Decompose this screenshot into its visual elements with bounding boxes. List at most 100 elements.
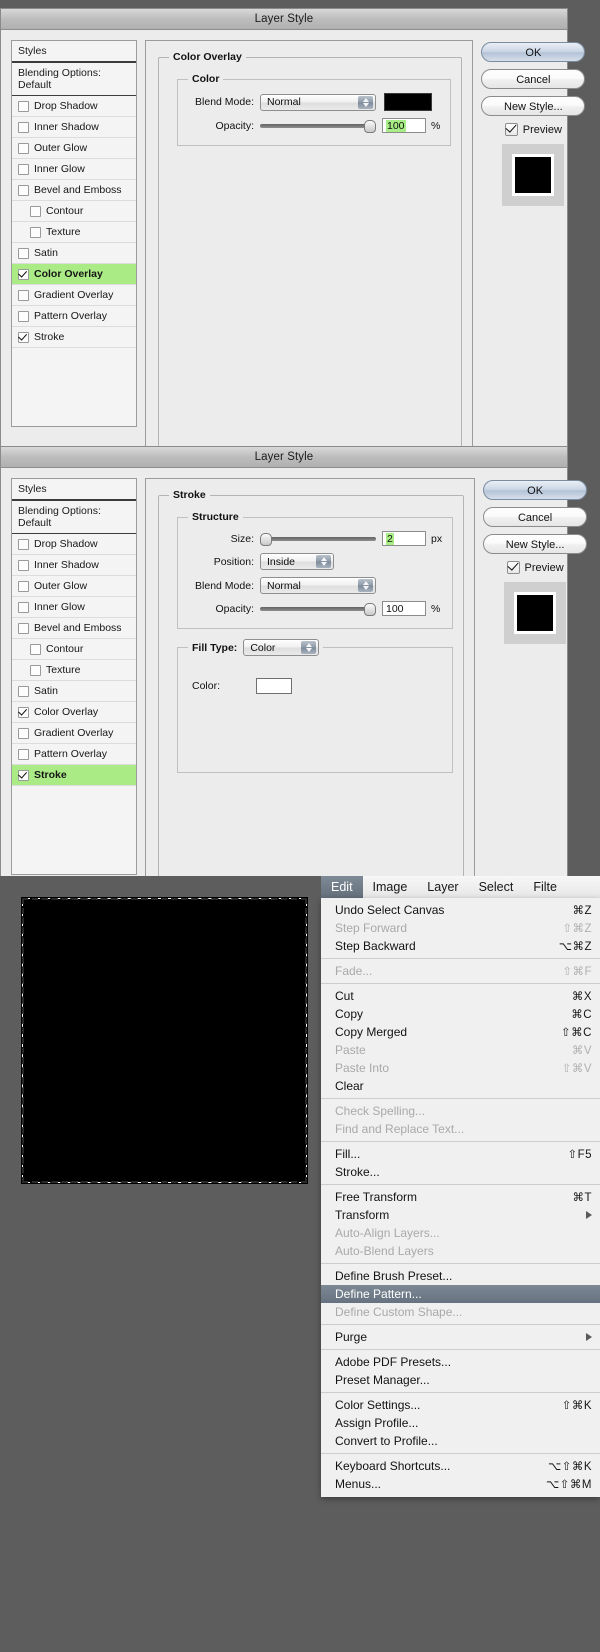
menu-item-clear[interactable]: Clear (321, 1077, 600, 1095)
style-row-drop-shadow[interactable]: Drop Shadow (12, 534, 136, 555)
style-row-pattern-overlay[interactable]: Pattern Overlay (12, 744, 136, 765)
stepper-arrows-icon[interactable] (358, 579, 373, 592)
checkbox-icon[interactable] (18, 580, 29, 592)
ok-button[interactable]: OK (481, 42, 586, 62)
checkbox-icon[interactable] (18, 769, 29, 781)
stepper-arrows-icon[interactable] (316, 555, 331, 568)
style-row-gradient-overlay[interactable]: Gradient Overlay (12, 723, 136, 744)
style-row-satin[interactable]: Satin (12, 681, 136, 702)
preview-checkbox-icon[interactable] (506, 561, 520, 574)
menu-bar-item-edit[interactable]: Edit (321, 876, 363, 898)
opacity-slider-knob[interactable] (364, 119, 376, 133)
style-row-contour[interactable]: Contour (12, 639, 136, 660)
menu-item-convert-to-profile[interactable]: Convert to Profile... (321, 1432, 600, 1450)
style-row-bevel-and-emboss[interactable]: Bevel and Emboss (12, 180, 136, 201)
menu-item-stroke[interactable]: Stroke... (321, 1163, 600, 1181)
checkbox-icon[interactable] (18, 559, 29, 571)
preview-toggle[interactable]: Preview (481, 123, 585, 136)
style-row-outer-glow[interactable]: Outer Glow (12, 576, 136, 597)
checkbox-icon[interactable] (18, 748, 29, 760)
checkbox-icon[interactable] (18, 685, 29, 697)
checkbox-icon[interactable] (30, 205, 41, 217)
style-row-bevel-and-emboss[interactable]: Bevel and Emboss (12, 618, 136, 639)
menu-item-transform[interactable]: Transform (321, 1206, 600, 1224)
menu-bar-item-image[interactable]: Image (363, 876, 418, 898)
dialog-titlebar[interactable]: Layer Style (1, 9, 567, 30)
size-slider[interactable] (260, 532, 376, 546)
cancel-button-2[interactable]: Cancel (483, 507, 588, 527)
style-row-inner-glow[interactable]: Inner Glow (12, 597, 136, 618)
style-row-texture[interactable]: Texture (12, 660, 136, 681)
size-input[interactable]: 2 (382, 531, 426, 546)
stroke-color-swatch[interactable] (256, 678, 292, 694)
checkbox-icon[interactable] (18, 289, 29, 301)
blend-mode-select-2[interactable]: Normal (260, 577, 376, 594)
menu-bar-item-filte[interactable]: Filte (523, 876, 567, 898)
style-row-drop-shadow[interactable]: Drop Shadow (12, 96, 136, 117)
style-row-contour[interactable]: Contour (12, 201, 136, 222)
menu-item-define-brush-preset[interactable]: Define Brush Preset... (321, 1267, 600, 1285)
checkbox-icon[interactable] (18, 538, 29, 550)
stepper-arrows-icon[interactable] (301, 641, 317, 654)
size-slider-knob[interactable] (260, 532, 272, 546)
style-row-stroke[interactable]: Stroke (12, 765, 136, 786)
opacity-slider-2[interactable] (260, 602, 376, 616)
style-row-texture[interactable]: Texture (12, 222, 136, 243)
style-row-stroke[interactable]: Stroke (12, 327, 136, 348)
blending-options-row-2[interactable]: Blending Options: Default (12, 501, 136, 534)
menu-item-free-transform[interactable]: Free Transform ⌘T (321, 1188, 600, 1206)
style-row-color-overlay[interactable]: Color Overlay (12, 264, 136, 285)
fill-type-select[interactable]: Color (243, 639, 320, 656)
opacity-slider-knob-2[interactable] (364, 602, 376, 616)
new-style-button-2[interactable]: New Style... (483, 534, 588, 554)
checkbox-icon[interactable] (18, 601, 29, 613)
menu-item-copy[interactable]: Copy ⌘C (321, 1005, 600, 1023)
checkbox-icon[interactable] (18, 163, 29, 175)
menu-item-cut[interactable]: Cut ⌘X (321, 987, 600, 1005)
checkbox-icon[interactable] (18, 184, 29, 196)
checkbox-icon[interactable] (30, 643, 41, 655)
menu-item-preset-manager[interactable]: Preset Manager... (321, 1371, 600, 1389)
checkbox-icon[interactable] (18, 247, 29, 259)
checkbox-icon[interactable] (18, 622, 29, 634)
opacity-slider[interactable] (260, 119, 376, 133)
opacity-input[interactable]: 100 (382, 118, 426, 133)
style-row-gradient-overlay[interactable]: Gradient Overlay (12, 285, 136, 306)
preview-checkbox-icon[interactable] (504, 123, 518, 136)
checkbox-icon[interactable] (18, 100, 29, 112)
menu-item-undo-select-canvas[interactable]: Undo Select Canvas ⌘Z (321, 901, 600, 919)
checkbox-icon[interactable] (30, 226, 41, 238)
cancel-button[interactable]: Cancel (481, 69, 586, 89)
menu-item-purge[interactable]: Purge (321, 1328, 600, 1346)
document-canvas[interactable] (22, 898, 307, 1183)
preview-toggle-2[interactable]: Preview (483, 561, 587, 574)
checkbox-icon[interactable] (18, 310, 29, 322)
opacity-input-2[interactable]: 100 (382, 601, 426, 616)
menu-item-color-settings[interactable]: Color Settings... ⇧⌘K (321, 1396, 600, 1414)
style-row-outer-glow[interactable]: Outer Glow (12, 138, 136, 159)
style-row-inner-shadow[interactable]: Inner Shadow (12, 117, 136, 138)
style-row-satin[interactable]: Satin (12, 243, 136, 264)
checkbox-icon[interactable] (18, 268, 29, 280)
stepper-arrows-icon[interactable] (358, 95, 373, 109)
checkbox-icon[interactable] (18, 727, 29, 739)
style-row-pattern-overlay[interactable]: Pattern Overlay (12, 306, 136, 327)
checkbox-icon[interactable] (30, 664, 41, 676)
overlay-color-swatch[interactable] (384, 93, 432, 111)
menu-item-step-backward[interactable]: Step Backward ⌥⌘Z (321, 937, 600, 955)
checkbox-icon[interactable] (18, 121, 29, 133)
checkbox-icon[interactable] (18, 706, 29, 718)
menu-item-adobe-pdf-presets[interactable]: Adobe PDF Presets... (321, 1353, 600, 1371)
ok-button-2[interactable]: OK (483, 480, 588, 500)
style-row-inner-glow[interactable]: Inner Glow (12, 159, 136, 180)
blend-mode-select[interactable]: Normal (260, 93, 376, 111)
menu-item-copy-merged[interactable]: Copy Merged ⇧⌘C (321, 1023, 600, 1041)
menu-bar-item-select[interactable]: Select (469, 876, 524, 898)
menu-item-fill[interactable]: Fill... ⇧F5 (321, 1145, 600, 1163)
style-row-color-overlay[interactable]: Color Overlay (12, 702, 136, 723)
checkbox-icon[interactable] (18, 331, 29, 343)
menu-bar-item-layer[interactable]: Layer (417, 876, 468, 898)
menu-item-keyboard-shortcuts[interactable]: Keyboard Shortcuts... ⌥⇧⌘K (321, 1457, 600, 1475)
menu-item-define-pattern[interactable]: Define Pattern... (321, 1285, 600, 1303)
dialog-titlebar-2[interactable]: Layer Style (1, 447, 567, 468)
